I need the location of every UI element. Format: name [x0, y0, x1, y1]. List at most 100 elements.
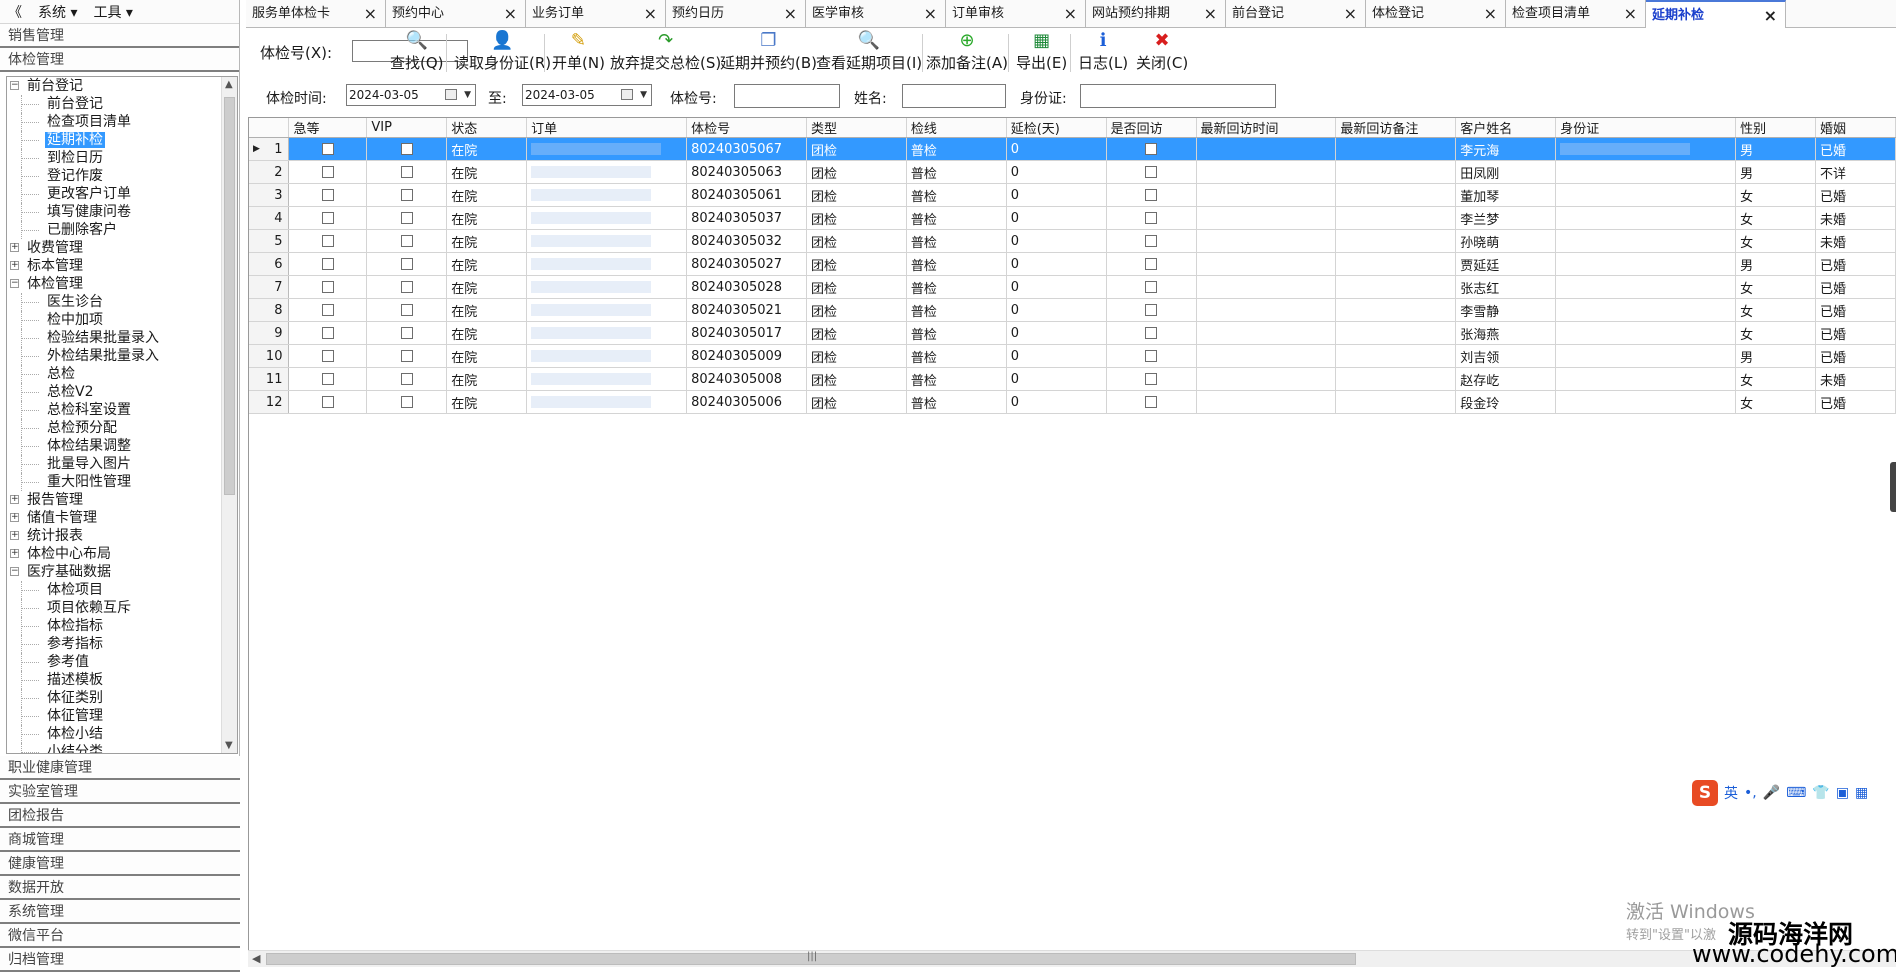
toolbar-button[interactable]: ▦ 导出(E) [1016, 30, 1067, 76]
column-header[interactable]: 客户姓名 [1455, 118, 1557, 138]
close-icon[interactable]: × [364, 0, 377, 28]
tree-item-node[interactable]: 填写健康问卷 [7, 203, 221, 221]
skin-icon[interactable]: 👕 [1812, 785, 1829, 801]
tree-item-node[interactable]: 体检小结 [7, 725, 221, 743]
table-row[interactable]: 8 在院 80240305021 团检 普检 0 李雪静 女已婚 [249, 298, 1896, 322]
revisit-checkbox[interactable] [1145, 350, 1158, 362]
scroll-down-arrow-icon[interactable]: ▼ [225, 740, 233, 751]
tree-item-node[interactable]: 外检结果批量录入 [7, 347, 221, 365]
tree-item-node[interactable]: 总检预分配 [7, 419, 221, 437]
tree-item-node[interactable]: 检查项目清单 [7, 113, 221, 131]
toolbar-button[interactable]: ✎ 开单(N) [552, 30, 605, 76]
column-header[interactable]: 最新回访备注 [1335, 118, 1457, 138]
urgent-checkbox[interactable] [321, 396, 334, 408]
vip-checkbox[interactable] [400, 373, 413, 385]
nav-section-header[interactable]: 团检报告 [0, 804, 240, 828]
tree-group-node[interactable]: + 储值卡管理 [7, 509, 221, 527]
date-from-picker[interactable]: 2024-03-05 ▼ [346, 84, 476, 106]
expand-plus-icon[interactable]: + [10, 531, 19, 540]
toolbar-button[interactable]: ⊕ 添加备注(A) [926, 30, 1008, 76]
date-to-picker[interactable]: 2024-03-05 ▼ [522, 84, 652, 106]
revisit-checkbox[interactable] [1145, 304, 1158, 316]
collapse-minus-icon[interactable]: − [10, 567, 19, 576]
grid-scroll-thumb[interactable]: ||| [266, 951, 1356, 965]
table-row[interactable]: 7 在院 80240305028 团检 普检 0 张志红 女已婚 [249, 275, 1896, 299]
scroll-up-arrow-icon[interactable]: ▲ [225, 79, 233, 90]
tree-group-node[interactable]: + 体检中心布局 [7, 545, 221, 563]
revisit-checkbox[interactable] [1145, 258, 1158, 270]
close-icon[interactable]: × [644, 0, 657, 28]
chevron-down-icon[interactable]: ▼ [640, 85, 647, 105]
punctuation-icon[interactable]: •, [1744, 785, 1757, 801]
column-header[interactable]: 婚姻 [1815, 118, 1896, 138]
table-row[interactable]: 3 在院 80240305061 团检 普检 0 董加琴 女已婚 [249, 183, 1896, 207]
revisit-checkbox[interactable] [1145, 373, 1158, 385]
urgent-checkbox[interactable] [321, 350, 334, 362]
column-header[interactable]: 最新回访时间 [1196, 118, 1337, 138]
tree-item-node[interactable]: 批量导入图片 [7, 455, 221, 473]
tree-group-node[interactable]: + 报告管理 [7, 491, 221, 509]
tree-item-node[interactable]: 重大阳性管理 [7, 473, 221, 491]
urgent-checkbox[interactable] [321, 258, 334, 270]
toolbar-button[interactable]: 🔍 查看延期项目(I) [816, 30, 922, 76]
toolbar-button[interactable]: ✖ 关闭(C) [1136, 30, 1188, 76]
tree-item-node[interactable]: 前台登记 [7, 95, 221, 113]
tree-item-node[interactable]: 体征类别 [7, 689, 221, 707]
tree-item-node[interactable]: 项目依赖互斥 [7, 599, 221, 617]
urgent-checkbox[interactable] [321, 189, 334, 201]
close-icon[interactable]: × [784, 0, 797, 28]
document-tab[interactable]: 业务订单 × [526, 0, 666, 28]
urgent-checkbox[interactable] [321, 235, 334, 247]
tree-item-node[interactable]: 登记作废 [7, 167, 221, 185]
revisit-checkbox[interactable] [1145, 143, 1158, 155]
column-header[interactable]: 延检(天) [1006, 118, 1107, 138]
close-icon[interactable]: × [1344, 0, 1357, 28]
nav-section-header[interactable]: 系统管理 [0, 900, 240, 924]
keyboard-icon[interactable]: ⌨ [1786, 785, 1806, 801]
grid-horizontal-scrollbar[interactable]: ◀ ||| [248, 950, 1896, 967]
tree-item-node[interactable]: 体检指标 [7, 617, 221, 635]
urgent-checkbox[interactable] [321, 212, 334, 224]
document-tab[interactable]: 前台登记 × [1226, 0, 1366, 28]
toolbar-button[interactable]: 🔍 查找(Q) [390, 30, 444, 76]
document-tab[interactable]: 预约日历 × [666, 0, 806, 28]
revisit-checkbox[interactable] [1145, 396, 1158, 408]
table-row[interactable]: 10 在院 80240305009 团检 普检 0 刘吉领 男已婚 [249, 344, 1896, 368]
column-header[interactable]: 是否回访 [1106, 118, 1197, 138]
tree-item-node[interactable]: 已删除客户 [7, 221, 221, 239]
name-filter-input[interactable] [902, 84, 1006, 108]
tree-item-node[interactable]: 参考指标 [7, 635, 221, 653]
tree-group-node[interactable]: − 体检管理 [7, 275, 221, 293]
expand-plus-icon[interactable]: + [10, 513, 19, 522]
tree-item-node[interactable]: 体检结果调整 [7, 437, 221, 455]
column-header[interactable]: 检线 [906, 118, 1007, 138]
revisit-checkbox[interactable] [1145, 166, 1158, 178]
document-tab[interactable]: 检查项目清单 × [1506, 0, 1646, 28]
document-tab[interactable]: 延期补检 × [1646, 0, 1786, 28]
table-row[interactable]: 2 在院 80240305063 团检 普检 0 田凤刚 男不详 [249, 160, 1896, 184]
system-menu[interactable]: 系统 ▾ [30, 2, 85, 22]
close-icon[interactable]: × [1764, 2, 1777, 30]
toolbar-button[interactable]: ℹ 日志(L) [1078, 30, 1128, 76]
microphone-icon[interactable]: 🎤 [1763, 785, 1780, 801]
ime-toolbar[interactable]: S 英 •, 🎤 ⌨ 👕 ▣ ▦ [1692, 780, 1896, 806]
column-header[interactable]: 性别 [1735, 118, 1816, 138]
vip-checkbox[interactable] [400, 235, 413, 247]
table-row[interactable]: ▶ 1 在院 80240305067 团检 普检 0 李元海男已婚 [249, 137, 1896, 161]
nav-section-header[interactable]: 实验室管理 [0, 780, 240, 804]
vip-checkbox[interactable] [400, 396, 413, 408]
ime-logo-icon[interactable]: S [1692, 780, 1718, 806]
id-card-filter-input[interactable] [1080, 84, 1276, 108]
nav-section-header[interactable]: 微信平台 [0, 924, 240, 948]
nav-tree-scroll-thumb[interactable] [224, 97, 235, 495]
revisit-checkbox[interactable] [1145, 327, 1158, 339]
urgent-checkbox[interactable] [321, 143, 334, 155]
toolbar-button[interactable]: ↷ 放弃提交总检(S) [610, 30, 721, 76]
table-row[interactable]: 9 在院 80240305017 团检 普检 0 张海燕 女已婚 [249, 321, 1896, 345]
column-header[interactable]: 状态 [446, 118, 528, 138]
document-tab[interactable]: 订单审核 × [946, 0, 1086, 28]
scroll-left-arrow-icon[interactable]: ◀ [252, 952, 260, 965]
toolbar-button[interactable]: 👤 读取身份证(R) [454, 30, 551, 76]
tree-item-node[interactable]: 小结分类 [7, 743, 221, 753]
column-header[interactable]: 身份证 [1555, 118, 1737, 138]
